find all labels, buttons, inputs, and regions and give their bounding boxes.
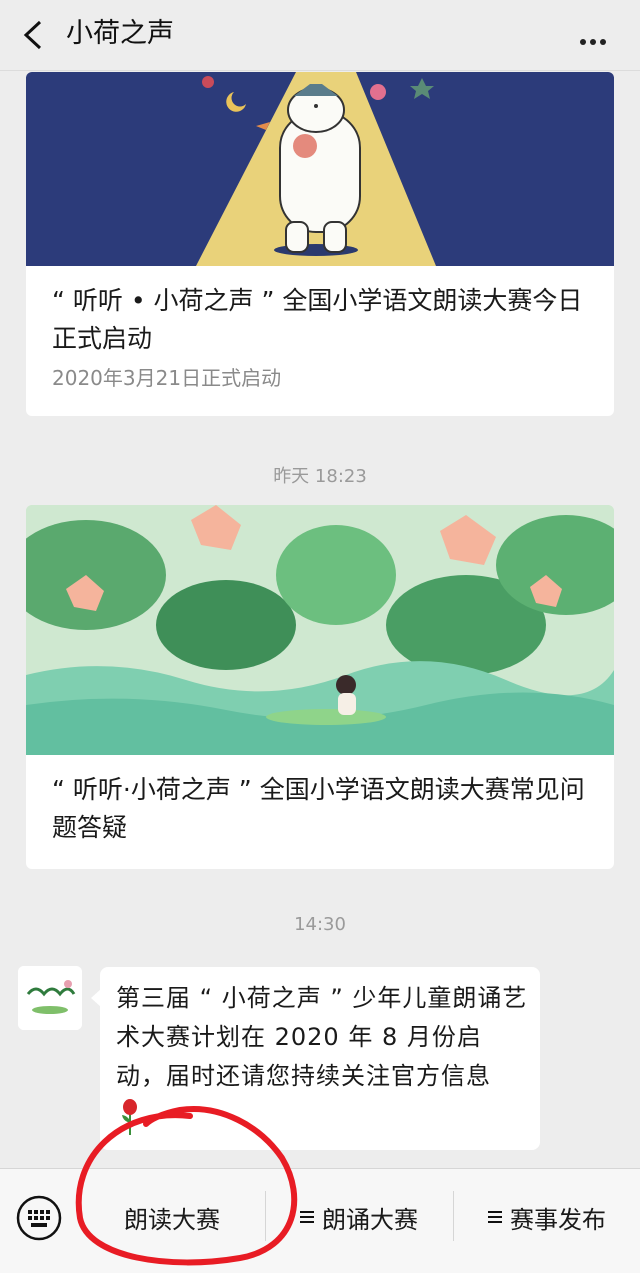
bottom-menu-bar: 朗读大赛 朗诵大赛 赛事发布 bbox=[0, 1168, 640, 1273]
more-options-icon[interactable] bbox=[580, 30, 610, 45]
article-title[interactable]: “ 听听 • 小荷之声 ” 全国小学语文朗读大赛今日正式启动 bbox=[52, 282, 592, 358]
message-text: 第三届 “ 小荷之声 ” 少年儿童朗诵艺术大赛计划在 2020 年 8 月份启动… bbox=[116, 984, 528, 1090]
menu-lines-icon bbox=[300, 1211, 314, 1223]
menu-item-recitation-contest[interactable]: 朗诵大赛 bbox=[266, 1169, 452, 1265]
menu-item-reading-contest[interactable]: 朗读大赛 bbox=[80, 1169, 264, 1265]
rose-emoji-icon bbox=[122, 1099, 137, 1135]
page-title: 小荷之声 bbox=[66, 18, 174, 49]
menu-item-label: 朗诵大赛 bbox=[322, 1205, 418, 1234]
article-title[interactable]: “ 听听·小荷之声 ” 全国小学语文朗读大赛常见问题答疑 bbox=[52, 771, 592, 847]
article-cover-image-bear bbox=[26, 72, 614, 266]
article-card-2[interactable]: “ 听听·小荷之声 ” 全国小学语文朗读大赛常见问题答疑 bbox=[26, 505, 614, 869]
article-card-1[interactable]: “ 听听 • 小荷之声 ” 全国小学语文朗读大赛今日正式启动 2020年3月21… bbox=[26, 72, 614, 416]
menu-item-label: 朗读大赛 bbox=[124, 1205, 220, 1234]
menu-item-event-announcements[interactable]: 赛事发布 bbox=[454, 1169, 640, 1265]
message-bubble: 第三届 “ 小荷之声 ” 少年儿童朗诵艺术大赛计划在 2020 年 8 月份启动… bbox=[91, 967, 540, 1150]
menu-lines-icon bbox=[488, 1211, 502, 1223]
menu-item-label: 赛事发布 bbox=[510, 1205, 606, 1234]
account-avatar[interactable] bbox=[18, 966, 82, 1030]
keyboard-icon[interactable] bbox=[16, 1195, 62, 1241]
top-bar: 小荷之声 bbox=[0, 0, 640, 71]
back-arrow-icon[interactable] bbox=[18, 18, 48, 52]
article-cover-image-lotus bbox=[26, 505, 614, 755]
article-subtitle: 2020年3月21日正式启动 bbox=[52, 366, 282, 390]
timestamp: 14:30 bbox=[294, 914, 346, 935]
timestamp: 昨天 18:23 bbox=[273, 466, 367, 487]
